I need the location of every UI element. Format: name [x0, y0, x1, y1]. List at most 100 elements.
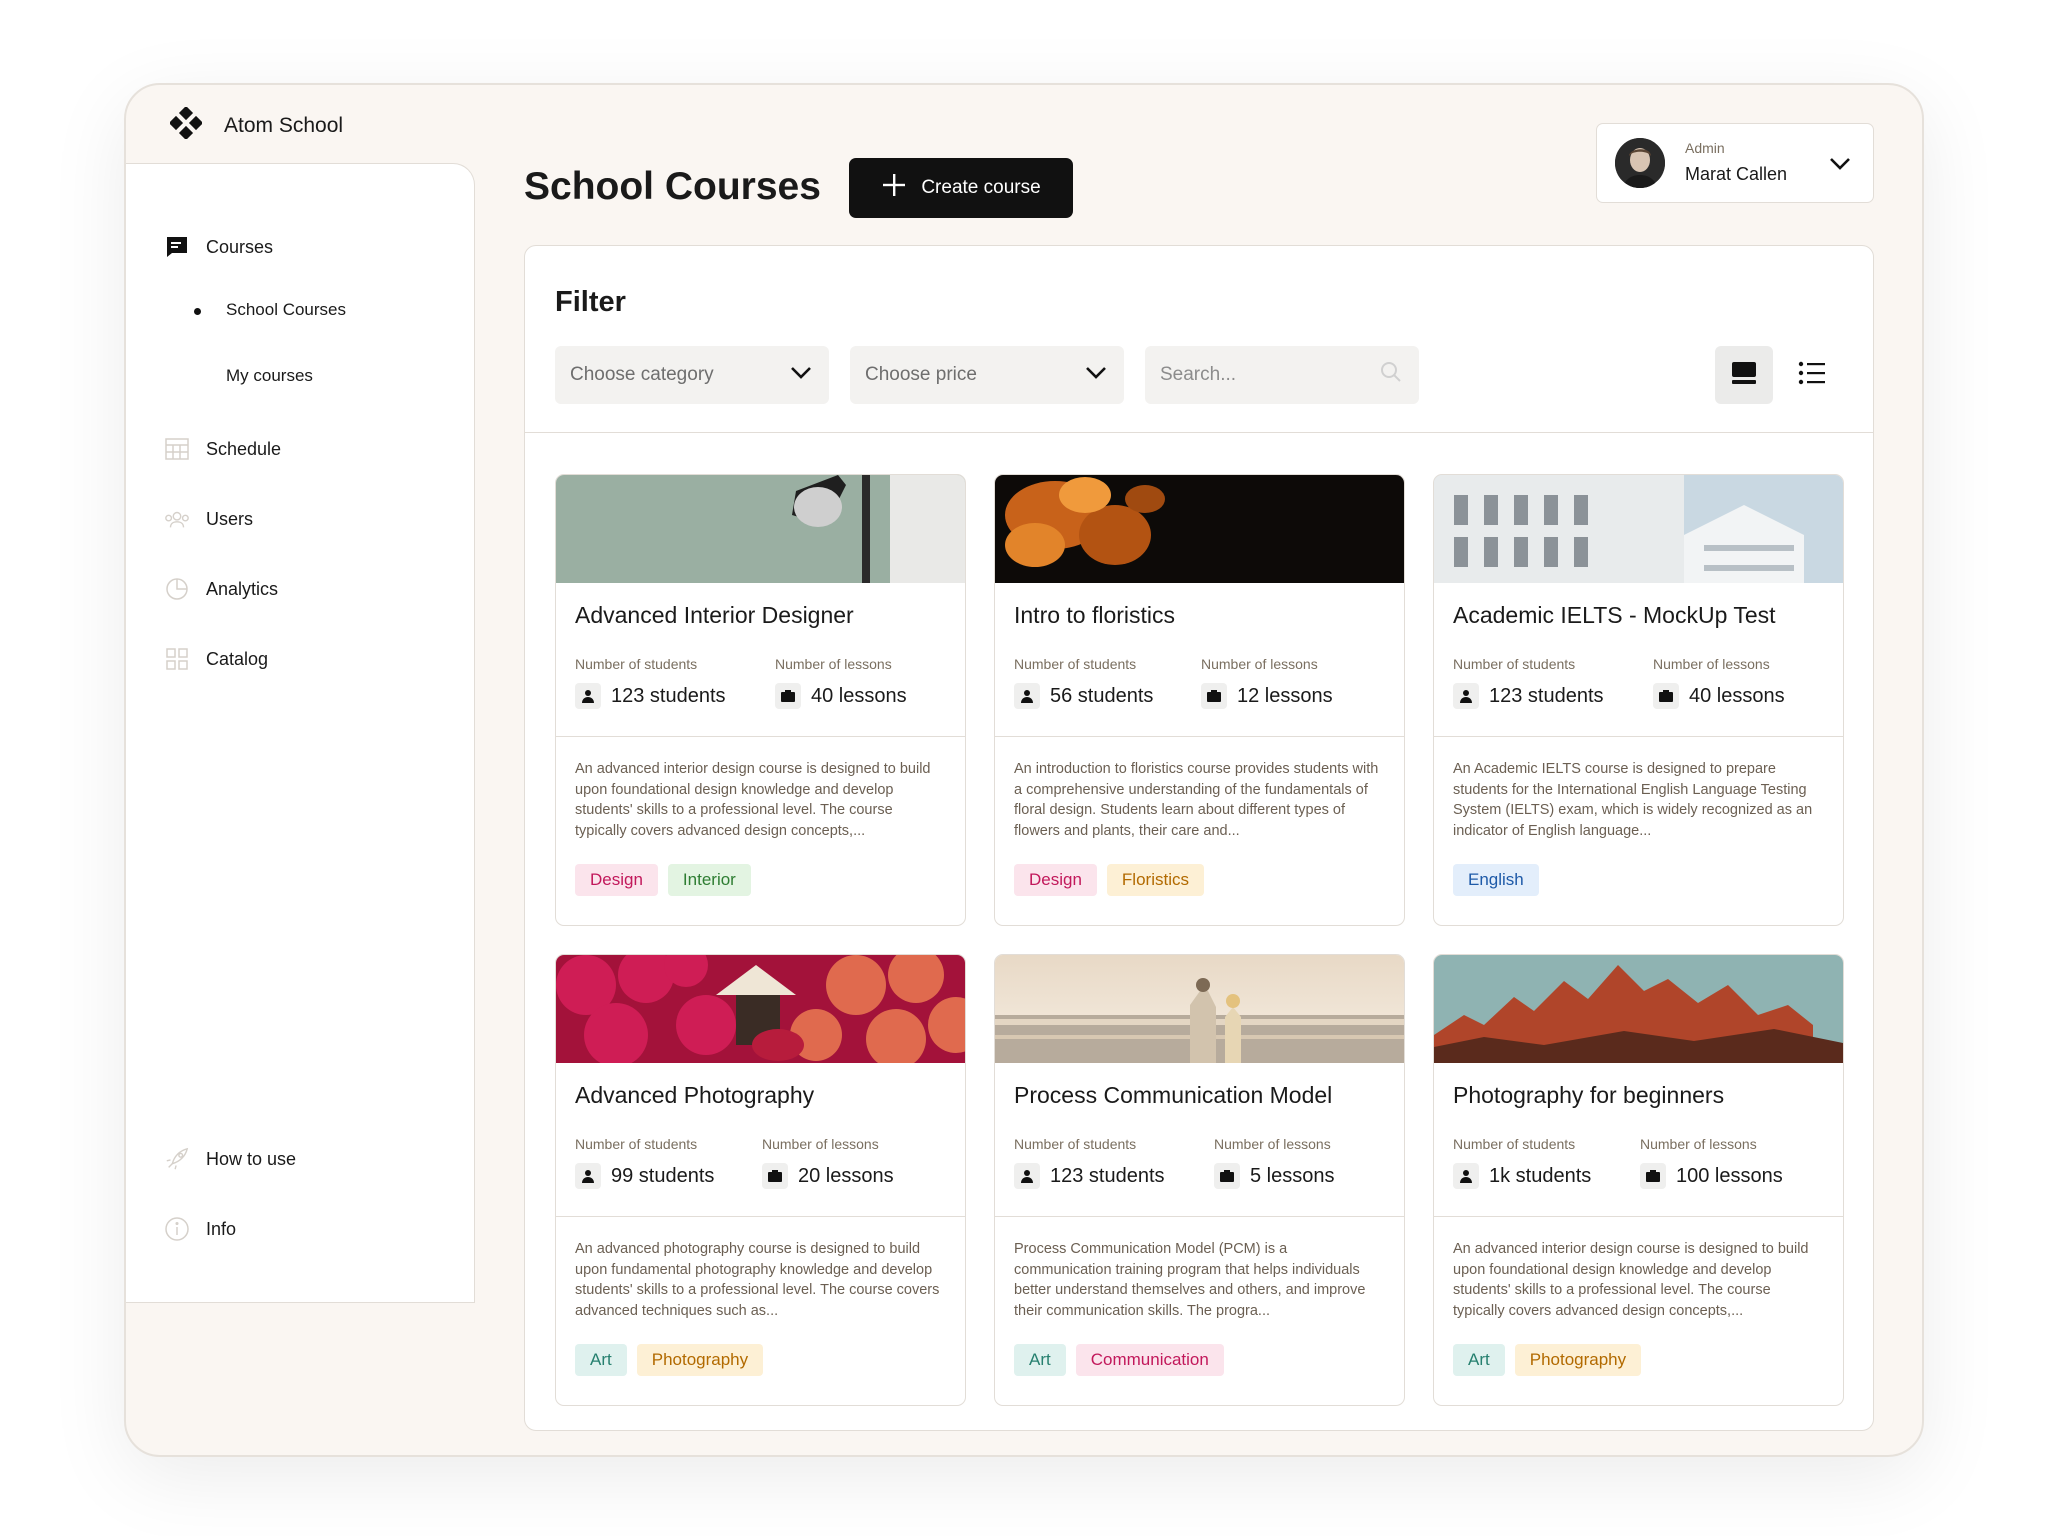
tag[interactable]: Art: [1014, 1344, 1066, 1376]
tag[interactable]: Art: [575, 1344, 627, 1376]
course-card[interactable]: Academic IELTS - MockUp Test Number of s…: [1433, 474, 1844, 926]
sidebar-item-label: Analytics: [206, 578, 279, 599]
students-count: 99 students: [611, 1164, 715, 1187]
tag[interactable]: Interior: [667, 864, 751, 896]
card-view-button[interactable]: [1715, 346, 1773, 404]
course-tags: Art Photography: [1453, 1344, 1642, 1376]
course-description: An introduction to floristics course pro…: [1014, 761, 1379, 839]
lessons-stat: 40 lessons: [775, 683, 907, 709]
tag[interactable]: English: [1453, 864, 1539, 896]
students-count: 123 students: [1489, 684, 1604, 707]
course-image: [556, 955, 965, 1063]
tag[interactable]: Photography: [636, 1344, 764, 1376]
page-title: School Courses: [524, 165, 821, 208]
lessons-icon: [1201, 683, 1227, 709]
tag[interactable]: Art: [1453, 1344, 1505, 1376]
course-description: An advanced interior design course is de…: [575, 761, 931, 839]
card-divider: [556, 736, 965, 737]
sidebar-item-catalog[interactable]: Catalog: [164, 646, 268, 672]
lessons-count: 40 lessons: [1689, 684, 1785, 707]
tag[interactable]: Design: [575, 864, 658, 896]
lessons-icon: [1653, 683, 1679, 709]
create-course-label: Create course: [921, 177, 1041, 198]
sidebar-item-info[interactable]: Info: [164, 1216, 236, 1242]
course-title: Advanced Photography: [575, 1082, 815, 1108]
sidebar-item-schedule[interactable]: Schedule: [164, 436, 281, 462]
brand-name: Atom School: [224, 113, 344, 137]
students-count: 56 students: [1050, 684, 1154, 707]
category-select[interactable]: Choose category: [555, 346, 829, 404]
sidebar-item-users[interactable]: Users: [164, 506, 253, 532]
lessons-stat: 12 lessons: [1201, 683, 1333, 709]
sidebar-item-label: Catalog: [206, 648, 269, 669]
course-image: [556, 475, 965, 583]
course-title: Intro to floristics: [1014, 602, 1176, 628]
students-count: 1k students: [1489, 1164, 1592, 1187]
person-icon: [575, 1163, 601, 1189]
card-divider: [995, 1216, 1404, 1217]
list-view-button[interactable]: [1783, 346, 1841, 404]
students-count: 123 students: [611, 684, 726, 707]
create-course-button[interactable]: Create course: [849, 158, 1073, 218]
lessons-count: 100 lessons: [1676, 1164, 1783, 1187]
students-stat: 123 students: [1014, 1163, 1165, 1189]
grid-icon: [164, 646, 190, 672]
card-view-icon: [1731, 360, 1757, 391]
lessons-count: 5 lessons: [1250, 1164, 1335, 1187]
rocket-icon: [164, 1146, 190, 1172]
course-tags: English: [1453, 864, 1539, 896]
search-input[interactable]: Search...: [1145, 346, 1419, 404]
sidebar-item-courses[interactable]: Courses: [164, 234, 273, 260]
lessons-label: Number of lessons: [775, 656, 892, 672]
tag[interactable]: Photography: [1514, 1344, 1642, 1376]
tag[interactable]: Design: [1014, 864, 1097, 896]
price-select[interactable]: Choose price: [850, 346, 1124, 404]
users-icon: [164, 506, 190, 532]
search-icon: [1379, 360, 1403, 390]
chevron-down-icon: [1084, 360, 1108, 390]
students-stat: 99 students: [575, 1163, 714, 1189]
course-card[interactable]: Advanced Interior Designer Number of stu…: [555, 474, 966, 926]
course-description: Process Communication Model (PCM) is a c…: [1014, 1241, 1366, 1319]
brand[interactable]: Atom School: [168, 105, 344, 144]
person-icon: [1453, 683, 1479, 709]
tag[interactable]: Floristics: [1106, 864, 1204, 896]
price-select-placeholder: Choose price: [865, 364, 977, 385]
course-description: An advanced photography course is design…: [575, 1241, 940, 1319]
course-card[interactable]: Advanced Photography Number of students …: [555, 954, 966, 1406]
info-icon: [164, 1216, 190, 1242]
sidebar-item-label: Courses: [206, 236, 274, 257]
lessons-count: 12 lessons: [1237, 684, 1333, 707]
lessons-icon: [775, 683, 801, 709]
lessons-count: 40 lessons: [811, 684, 907, 707]
user-menu[interactable]: Admin Marat Callen: [1596, 123, 1874, 203]
person-icon: [1453, 1163, 1479, 1189]
logo-icon: [168, 105, 204, 144]
course-description: An advanced interior design course is de…: [1453, 1241, 1809, 1319]
lessons-icon: [762, 1163, 788, 1189]
sidebar-item-how-to-use[interactable]: How to use: [164, 1146, 296, 1172]
students-stat: 123 students: [1453, 683, 1604, 709]
chat-bubble-icon: [164, 234, 190, 260]
filter-title: Filter: [555, 286, 626, 318]
lessons-label: Number of lessons: [762, 1136, 879, 1152]
sidebar-subitem-my-courses[interactable]: My courses: [226, 366, 313, 386]
card-divider: [995, 736, 1404, 737]
students-label: Number of students: [575, 656, 698, 672]
calendar-icon: [164, 436, 190, 462]
lessons-label: Number of lessons: [1640, 1136, 1757, 1152]
students-label: Number of students: [575, 1136, 698, 1152]
course-card[interactable]: Intro to floristics Number of students N…: [994, 474, 1405, 926]
category-select-placeholder: Choose category: [570, 364, 714, 385]
card-divider: [1434, 736, 1843, 737]
course-card[interactable]: Photography for beginners Number of stud…: [1433, 954, 1844, 1406]
course-card[interactable]: Process Communication Model Number of st…: [994, 954, 1405, 1406]
sidebar-subitem-school-courses[interactable]: School Courses: [193, 300, 346, 320]
lessons-label: Number of lessons: [1653, 656, 1770, 672]
courses-panel: Filter Choose category Choose price Sear…: [524, 245, 1874, 1431]
lessons-stat: 40 lessons: [1653, 683, 1785, 709]
sidebar-item-analytics[interactable]: Analytics: [164, 576, 278, 602]
tag[interactable]: Communication: [1075, 1344, 1224, 1376]
students-label: Number of students: [1453, 656, 1576, 672]
user-role: Admin: [1685, 140, 1725, 156]
